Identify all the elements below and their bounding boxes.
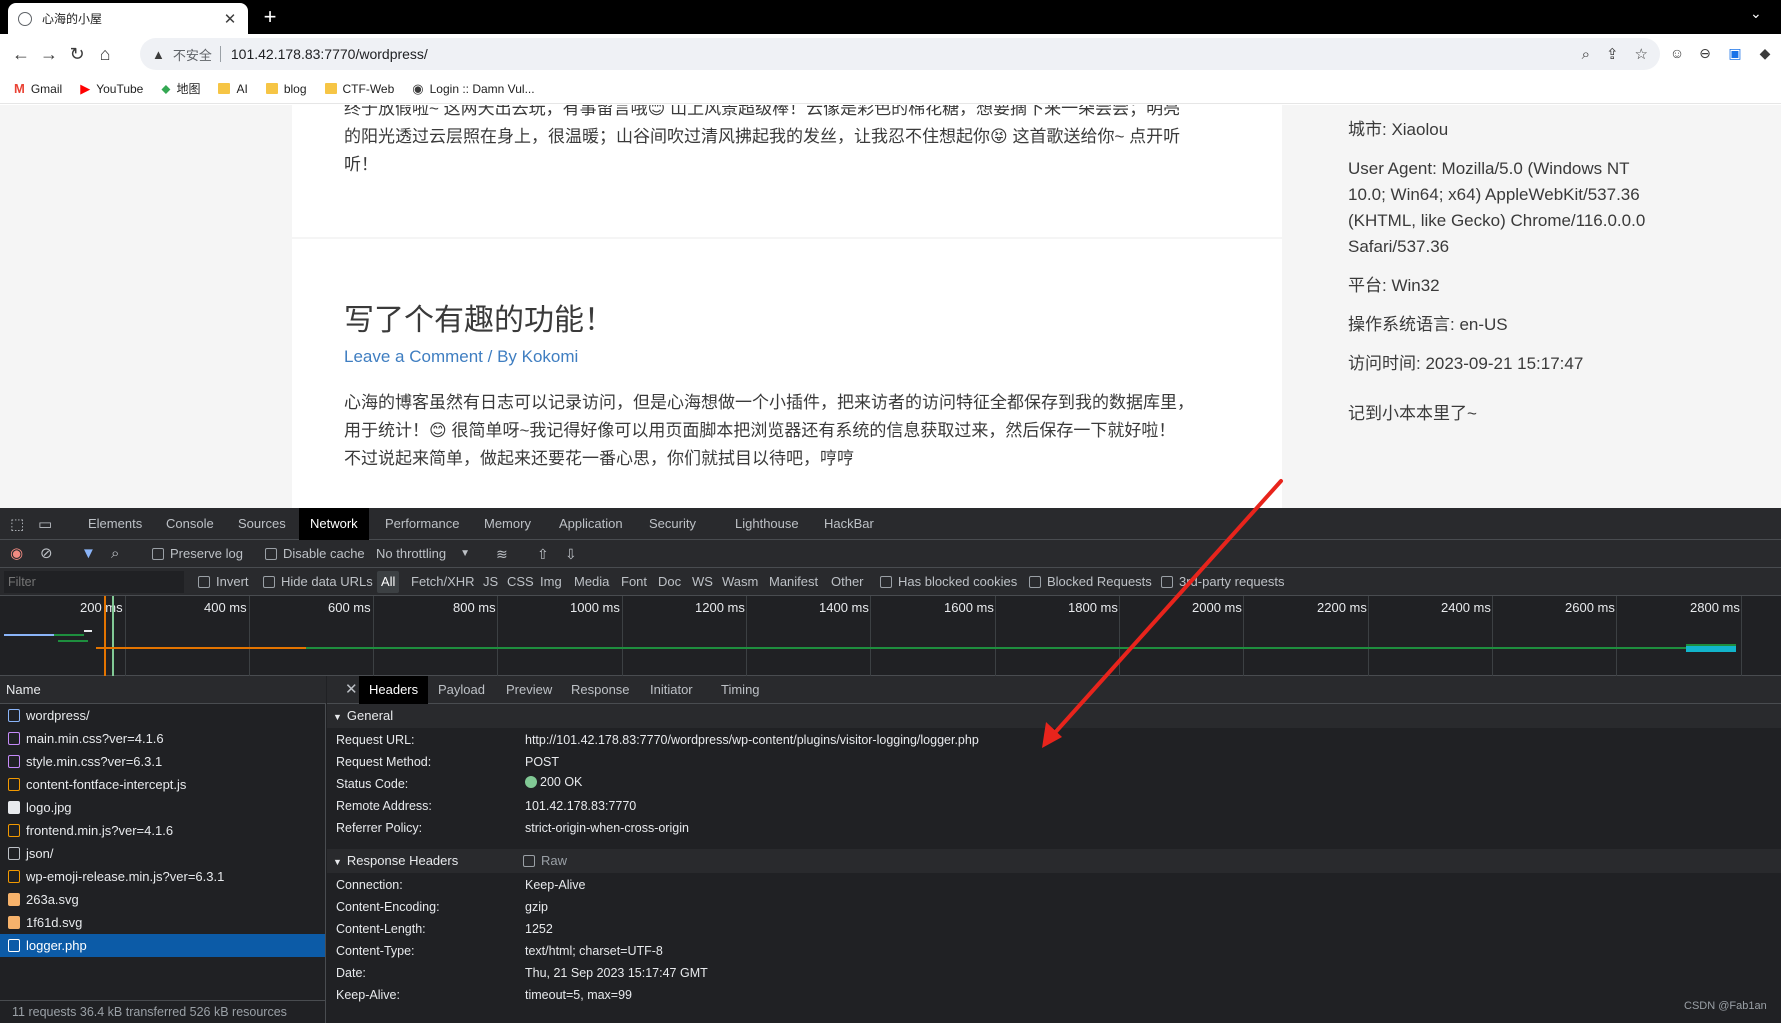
watermark: CSDN @Fab1an bbox=[1684, 1000, 1767, 1012]
annotation-arrow-shaft bbox=[1050, 479, 1283, 738]
annotation-arrow bbox=[1042, 479, 1283, 748]
screenshot-root: 心海的小屋 ✕ + ⌄ ← → ↻ ⌂ ▲ 不安全 101.42.178.83:… bbox=[0, 0, 1781, 1023]
